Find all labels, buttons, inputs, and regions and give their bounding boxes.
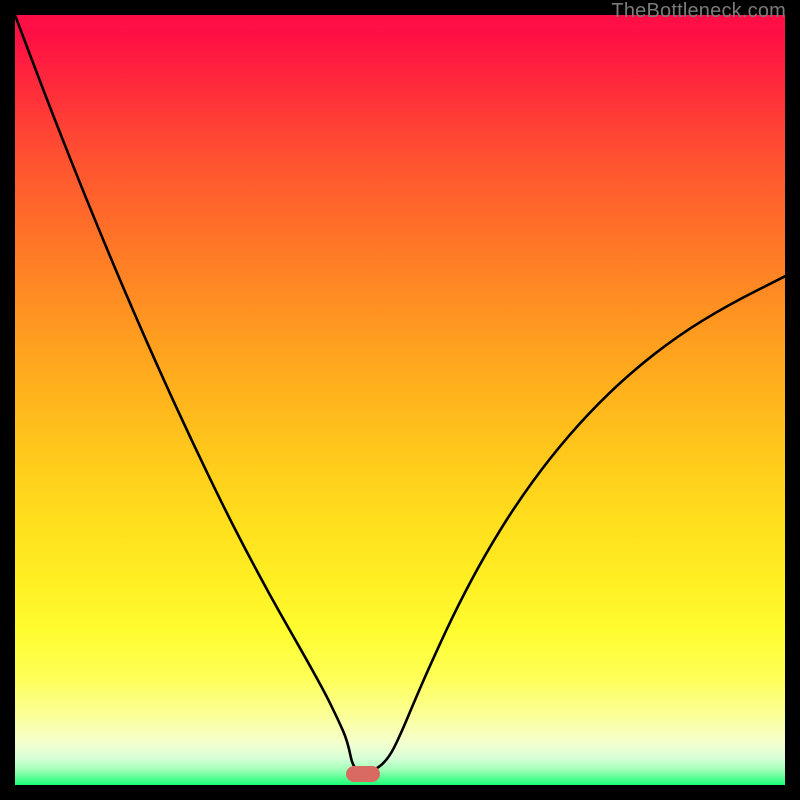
chart-plot-area (15, 15, 785, 785)
bottleneck-curve (15, 15, 785, 785)
watermark-text: TheBottleneck.com (611, 0, 786, 23)
optimal-marker (346, 766, 380, 782)
curve-path (15, 15, 785, 772)
chart-stage: TheBottleneck.com (0, 0, 800, 800)
